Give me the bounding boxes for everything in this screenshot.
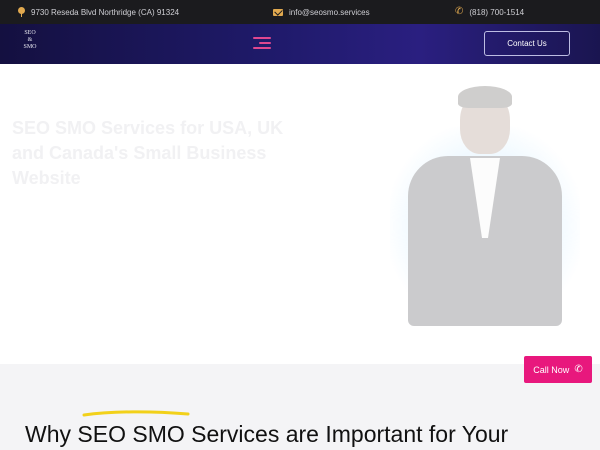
hero-person-image xyxy=(390,86,580,326)
phone-item[interactable]: ✆ (818) 700-1514 xyxy=(455,0,524,24)
top-info-bar: 9730 Reseda Blvd Northridge (CA) 91324 i… xyxy=(0,0,600,24)
email-item[interactable]: info@seosmo.services xyxy=(273,0,370,24)
call-now-button[interactable]: Call Now ✆ xyxy=(524,356,592,383)
phone-link[interactable]: (818) 700-1514 xyxy=(469,8,524,17)
section-heading: Why SEO SMO Services are Important for Y… xyxy=(25,421,509,447)
logo-line-3: SMO xyxy=(23,44,37,50)
contact-us-button[interactable]: Contact Us xyxy=(484,31,570,56)
phone-icon: ✆ xyxy=(455,6,464,17)
heading-underline-decoration xyxy=(82,410,190,417)
main-navbar: SEO & SMO Contact Us xyxy=(0,24,600,64)
address-text: 9730 Reseda Blvd Northridge (CA) 91324 xyxy=(31,7,180,17)
logo-line-2: & xyxy=(27,37,33,43)
map-pin-icon xyxy=(18,7,25,17)
phone-call-icon: ✆ xyxy=(574,364,583,375)
logo-line-1: SEO xyxy=(24,30,36,36)
call-now-label: Call Now xyxy=(533,364,570,375)
hamburger-menu-icon[interactable] xyxy=(253,37,271,51)
envelope-icon xyxy=(273,8,283,16)
site-logo[interactable]: SEO & SMO xyxy=(20,30,40,51)
email-link[interactable]: info@seosmo.services xyxy=(289,8,370,17)
hero-title: SEO SMO Services for USA, UK and Canada'… xyxy=(12,118,284,188)
address-item: 9730 Reseda Blvd Northridge (CA) 91324 xyxy=(18,0,179,24)
